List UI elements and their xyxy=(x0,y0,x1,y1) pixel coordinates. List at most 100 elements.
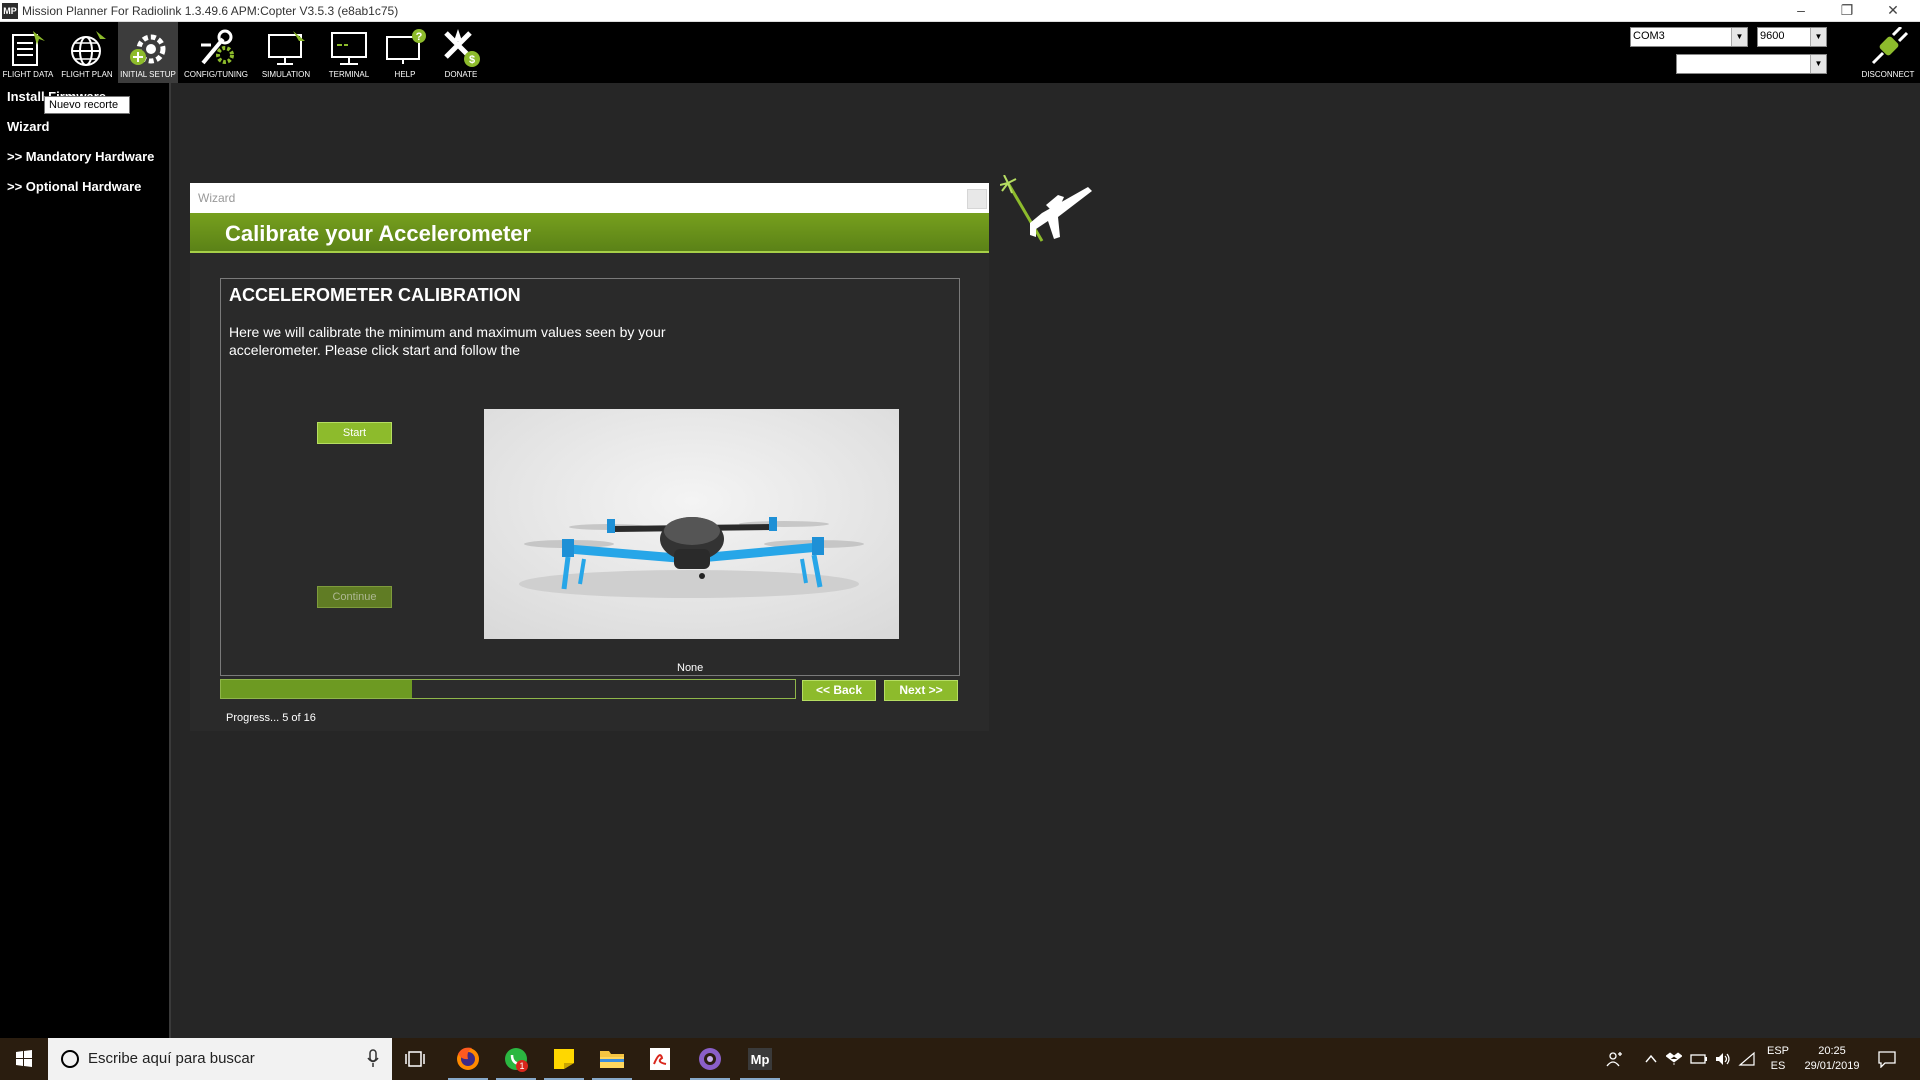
pdf-button[interactable] xyxy=(636,1038,684,1080)
tooltip: Nuevo recorte xyxy=(44,96,130,114)
task-view-button[interactable] xyxy=(392,1038,440,1080)
sidebar-item-wizard[interactable]: Wizard xyxy=(7,119,50,134)
wizard-header: Calibrate your Accelerometer xyxy=(190,213,989,253)
windows-icon xyxy=(16,1050,32,1067)
mp-icon-text: Mp xyxy=(751,1052,770,1067)
baud-value: 9600 xyxy=(1760,30,1785,42)
task-view-icon xyxy=(405,1051,425,1067)
sidebar-item-optional-hardware[interactable]: >> Optional Hardware xyxy=(7,179,141,194)
window-title: Mission Planner For Radiolink 1.3.49.6 A… xyxy=(22,4,399,18)
disconnect-button[interactable]: DISCONNECT xyxy=(1856,22,1920,83)
app-icon: MP xyxy=(2,3,18,19)
wizard-logo-icon xyxy=(1000,175,1092,242)
terminal-button[interactable]: TERMINAL xyxy=(322,22,376,83)
toolbar-label: FLIGHT DATA xyxy=(2,70,54,79)
clock[interactable]: 20:25 29/01/2019 xyxy=(1792,1044,1872,1074)
firefox-icon xyxy=(457,1047,479,1070)
chevron-up-icon[interactable] xyxy=(1644,1052,1658,1066)
battery-icon[interactable] xyxy=(1690,1052,1708,1066)
simulation-button[interactable]: SIMULATION xyxy=(258,22,314,83)
panel-title: ACCELEROMETER CALIBRATION xyxy=(229,285,521,305)
microphone-icon[interactable] xyxy=(366,1049,380,1069)
language-bottom: ES xyxy=(1770,1060,1786,1072)
whatsapp-icon: 1 xyxy=(505,1048,528,1072)
baud-select[interactable]: 9600 ▼ xyxy=(1757,27,1827,47)
wizard-window-title: Wizard xyxy=(198,191,236,205)
media-icon xyxy=(699,1048,721,1070)
panel-description: Here we will calibrate the minimum and m… xyxy=(229,324,666,358)
profile-select[interactable]: ▼ xyxy=(1676,54,1827,74)
people-icon[interactable] xyxy=(1606,1050,1624,1068)
status-label: None xyxy=(677,662,704,674)
mission-planner-icon: Mp xyxy=(748,1048,772,1070)
toolbar-label: TERMINAL xyxy=(328,70,370,79)
close-button[interactable]: ✕ xyxy=(1870,0,1916,22)
flight-plan-button[interactable]: FLIGHT PLAN xyxy=(59,22,115,83)
port-value: COM3 xyxy=(1633,30,1665,42)
cortana-icon xyxy=(61,1050,79,1068)
chevron-down-icon[interactable]: ▼ xyxy=(1731,28,1747,46)
svg-text:$: $ xyxy=(469,54,475,66)
search-placeholder: Escribe aquí para buscar xyxy=(88,1050,255,1067)
help-button[interactable]: ? HELP xyxy=(380,22,430,83)
next-button[interactable]: Next >> xyxy=(884,680,958,701)
minimize-button[interactable]: – xyxy=(1778,0,1824,22)
wizard-close-button[interactable] xyxy=(967,189,987,209)
sticky-notes-icon xyxy=(554,1049,574,1069)
pdf-icon xyxy=(650,1048,670,1070)
sidebar-item-mandatory-hardware[interactable]: >> Mandatory Hardware xyxy=(7,149,154,164)
clock-date: 29/01/2019 xyxy=(1804,1060,1860,1072)
start-button[interactable] xyxy=(0,1038,48,1080)
disconnect-icon xyxy=(1871,27,1909,65)
toolbar-label: SIMULATION xyxy=(261,70,311,79)
media-button[interactable] xyxy=(686,1038,734,1080)
toolbar-label: HELP xyxy=(394,70,416,79)
continue-button[interactable]: Continue xyxy=(317,586,392,608)
config-tuning-icon xyxy=(201,29,234,65)
language-indicator[interactable]: ESP ES xyxy=(1760,1044,1796,1074)
volume-icon[interactable] xyxy=(1714,1051,1732,1067)
config-tuning-button[interactable]: CONFIG/TUNING xyxy=(181,22,251,83)
flight-plan-icon xyxy=(71,31,106,66)
initial-setup-button[interactable]: INITIAL SETUP xyxy=(118,22,178,83)
back-button[interactable]: << Back xyxy=(802,680,876,701)
mission-planner-button[interactable]: Mp xyxy=(736,1038,784,1080)
whatsapp-button[interactable]: 1 xyxy=(492,1038,540,1080)
search-input[interactable]: Escribe aquí para buscar xyxy=(48,1038,392,1080)
title-bar: MP Mission Planner For Radiolink 1.3.49.… xyxy=(0,0,1920,22)
donate-icon: $ xyxy=(444,29,480,67)
calibration-panel: ACCELEROMETER CALIBRATION Here we will c… xyxy=(220,278,960,676)
progress-text: Progress... 5 of 16 xyxy=(226,712,316,724)
file-explorer-button[interactable] xyxy=(588,1038,636,1080)
dropbox-icon[interactable] xyxy=(1666,1051,1682,1067)
main-toolbar: FLIGHT DATA FLIGHT PLAN INITIAL SETUP CO… xyxy=(0,22,1920,83)
taskbar: Escribe aquí para buscar 1 Mp ESP ES 20:… xyxy=(0,1038,1920,1080)
chevron-down-icon[interactable]: ▼ xyxy=(1810,28,1826,46)
clock-time: 20:25 xyxy=(1818,1045,1846,1057)
wifi-icon[interactable] xyxy=(1738,1051,1756,1067)
start-button[interactable]: Start xyxy=(317,422,392,444)
sidebar: Install Firmware Wizard >> Mandatory Har… xyxy=(0,83,171,1038)
page-title: Calibrate your Accelerometer xyxy=(225,221,532,246)
wizard-title-bar: Wizard xyxy=(190,183,989,213)
progress-bar xyxy=(220,679,796,699)
sticky-notes-button[interactable] xyxy=(540,1038,588,1080)
port-select[interactable]: COM3 ▼ xyxy=(1630,27,1748,47)
simulation-icon xyxy=(268,31,305,65)
file-explorer-icon xyxy=(600,1051,624,1068)
toolbar-label: FLIGHT PLAN xyxy=(61,70,113,79)
notifications-icon[interactable] xyxy=(1877,1050,1897,1068)
restore-button[interactable]: ❐ xyxy=(1824,0,1870,22)
chevron-down-icon[interactable]: ▼ xyxy=(1810,55,1826,73)
toolbar-label: DISCONNECT xyxy=(1861,70,1915,79)
whatsapp-badge: 1 xyxy=(519,1061,524,1071)
initial-setup-icon xyxy=(130,34,166,65)
flight-data-button[interactable]: FLIGHT DATA xyxy=(0,22,56,83)
toolbar-label: INITIAL SETUP xyxy=(120,70,176,79)
firefox-button[interactable] xyxy=(444,1038,492,1080)
donate-button[interactable]: $ DONATE xyxy=(436,22,486,83)
wizard-window: Wizard Calibrate your Accelerometer ACCE… xyxy=(190,183,989,731)
progress-fill xyxy=(221,680,413,698)
svg-text:?: ? xyxy=(416,31,423,43)
toolbar-label: DONATE xyxy=(444,70,478,79)
